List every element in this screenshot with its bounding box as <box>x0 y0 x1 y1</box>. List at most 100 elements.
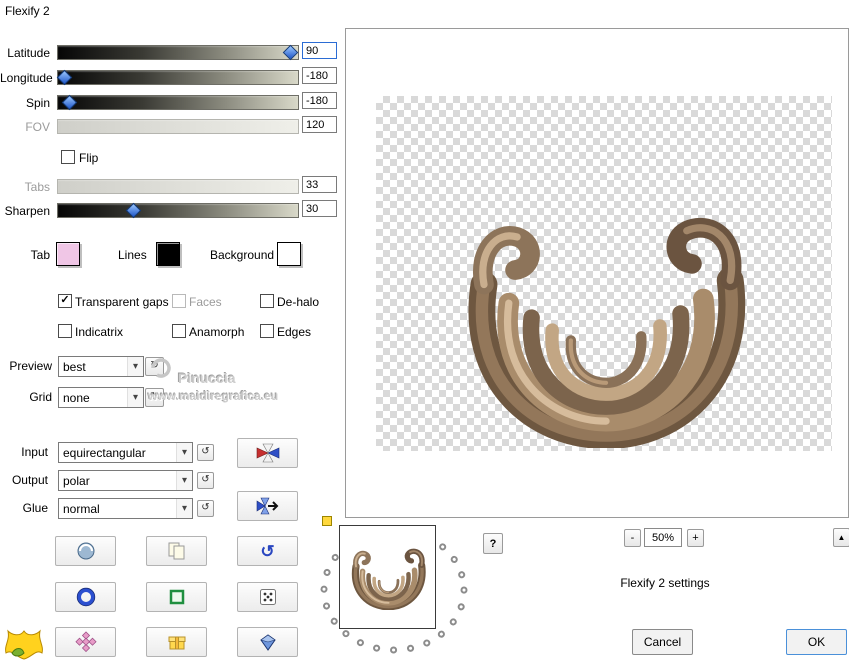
de-halo-checkbox[interactable] <box>260 294 274 308</box>
dice-icon <box>259 589 276 605</box>
background-color-label: Background <box>210 248 275 262</box>
pinwheel-icon <box>256 443 279 463</box>
zoom-in-button[interactable]: + <box>687 529 704 547</box>
yellow-gem-button[interactable] <box>146 627 207 657</box>
zoom-level[interactable]: 50% <box>644 528 682 547</box>
output-combo-label: Output <box>11 473 48 487</box>
lines-color-swatch[interactable] <box>156 242 180 266</box>
longitude-value-input[interactable] <box>302 67 337 84</box>
sharpen-slider[interactable] <box>57 202 299 219</box>
revert-icon: ↺ <box>201 474 210 485</box>
flexify-dialog: Flexify 2 Latitude Longitude Spin FOV Fl… <box>0 0 849 662</box>
revert-icon: ↻ <box>150 360 159 371</box>
glue-combo-value: normal <box>63 501 100 516</box>
indicatrix-checkbox[interactable] <box>58 324 72 338</box>
anamorph-label: Anamorph <box>189 325 245 339</box>
grid-combo-value: none <box>63 390 90 405</box>
ring-icon <box>76 587 95 607</box>
input-mapping-button[interactable] <box>237 438 298 468</box>
sphere-preview-button[interactable] <box>55 536 116 566</box>
grid-combo-label: Grid <box>29 390 52 404</box>
preview-combo[interactable]: best ▾ <box>58 356 144 377</box>
anamorph-checkbox[interactable] <box>172 324 186 338</box>
spin-slider-handle[interactable] <box>61 94 78 111</box>
frame-button[interactable] <box>146 582 207 612</box>
spin-label: Spin <box>25 96 50 110</box>
frame-icon <box>169 589 184 605</box>
thumbnail-artwork <box>346 546 430 610</box>
chevron-down-icon: ▾ <box>176 471 192 490</box>
edges-checkbox[interactable] <box>260 324 274 338</box>
fov-label: FOV <box>25 120 50 134</box>
tab-color-swatch[interactable] <box>56 242 80 266</box>
glue-mapping-button[interactable] <box>237 491 298 521</box>
plus-icon: + <box>692 532 699 544</box>
sharpen-label: Sharpen <box>4 204 50 218</box>
help-button[interactable]: ? <box>483 533 503 554</box>
zoom-out-button[interactable]: - <box>624 529 641 547</box>
flip-checkbox[interactable] <box>61 150 75 164</box>
copy-settings-button[interactable] <box>146 536 207 566</box>
longitude-slider[interactable] <box>56 69 299 86</box>
output-revert-button[interactable]: ↺ <box>197 472 214 489</box>
zoom-level-value: 50% <box>651 531 675 544</box>
sharpen-slider-handle[interactable] <box>125 202 142 219</box>
grid-combo[interactable]: none ▾ <box>58 387 144 408</box>
randomize-button[interactable] <box>237 582 298 612</box>
edges-label: Edges <box>277 325 312 339</box>
faces-checkbox <box>172 294 186 308</box>
longitude-slider-handle[interactable] <box>56 69 73 86</box>
minus-icon: - <box>630 532 635 544</box>
faces-label: Faces <box>189 295 222 309</box>
input-combo-label: Input <box>21 445 48 459</box>
transparent-gaps-checkbox[interactable]: ✓ <box>58 294 72 308</box>
thumbnail-preview[interactable] <box>339 525 436 629</box>
input-revert-button[interactable]: ↺ <box>197 444 214 461</box>
spin-value-input[interactable] <box>302 92 337 109</box>
latitude-slider[interactable] <box>57 44 299 61</box>
sharpen-value-input[interactable] <box>302 200 337 217</box>
input-combo[interactable]: equirectangular ▾ <box>58 442 193 463</box>
pinwheel-arrow-icon <box>256 497 278 515</box>
status-text: Flexify 2 settings <box>620 576 710 590</box>
pink-flower-button[interactable] <box>55 627 116 657</box>
scroll-up-button[interactable]: ▲ <box>833 528 849 547</box>
watermark-line2: www.maidiregrafica.eu <box>148 389 279 403</box>
fov-value-input[interactable] <box>302 116 337 133</box>
check-icon: ✓ <box>60 294 70 306</box>
image-canvas[interactable] <box>376 96 832 451</box>
spin-slider[interactable] <box>57 94 299 111</box>
undo-icon: ↺ <box>260 541 275 561</box>
tabs-slider <box>57 179 299 194</box>
revert-icon: ↺ <box>201 446 210 457</box>
undo-button[interactable]: ↺ <box>237 536 298 566</box>
lens-button[interactable] <box>55 582 116 612</box>
window-title: Flexify 2 <box>5 4 50 18</box>
background-color-swatch[interactable] <box>277 242 301 266</box>
glue-combo[interactable]: normal ▾ <box>58 498 193 519</box>
thumbnail-pin[interactable] <box>322 516 332 526</box>
ok-button[interactable]: OK <box>786 629 847 655</box>
de-halo-label: De-halo <box>277 295 320 309</box>
revert-icon: ↺ <box>201 502 210 513</box>
tabs-label: Tabs <box>24 180 50 194</box>
transparent-gaps-label: Transparent gaps <box>75 295 169 309</box>
help-icon: ? <box>489 537 497 550</box>
preview-combo-value: best <box>63 359 86 374</box>
preview-combo-label: Preview <box>9 359 52 373</box>
cancel-button[interactable]: Cancel <box>632 629 693 655</box>
latitude-value-input[interactable] <box>302 42 337 59</box>
chevron-down-icon: ▾ <box>127 388 143 407</box>
latitude-slider-handle[interactable] <box>282 44 299 61</box>
output-combo[interactable]: polar ▾ <box>58 470 193 491</box>
blue-gem-button[interactable] <box>237 627 298 657</box>
preview-revert-button[interactable]: ↻ <box>145 357 164 376</box>
tabs-value-input[interactable] <box>302 176 337 193</box>
lines-color-label: Lines <box>118 248 147 262</box>
glue-revert-button[interactable]: ↺ <box>197 500 214 517</box>
preview-artwork <box>448 208 760 448</box>
fov-slider <box>57 119 299 134</box>
watermark-line1: Pinuccia <box>178 370 236 386</box>
arrow-up-icon: ▲ <box>837 533 846 542</box>
chevron-down-icon: ▾ <box>176 499 192 518</box>
